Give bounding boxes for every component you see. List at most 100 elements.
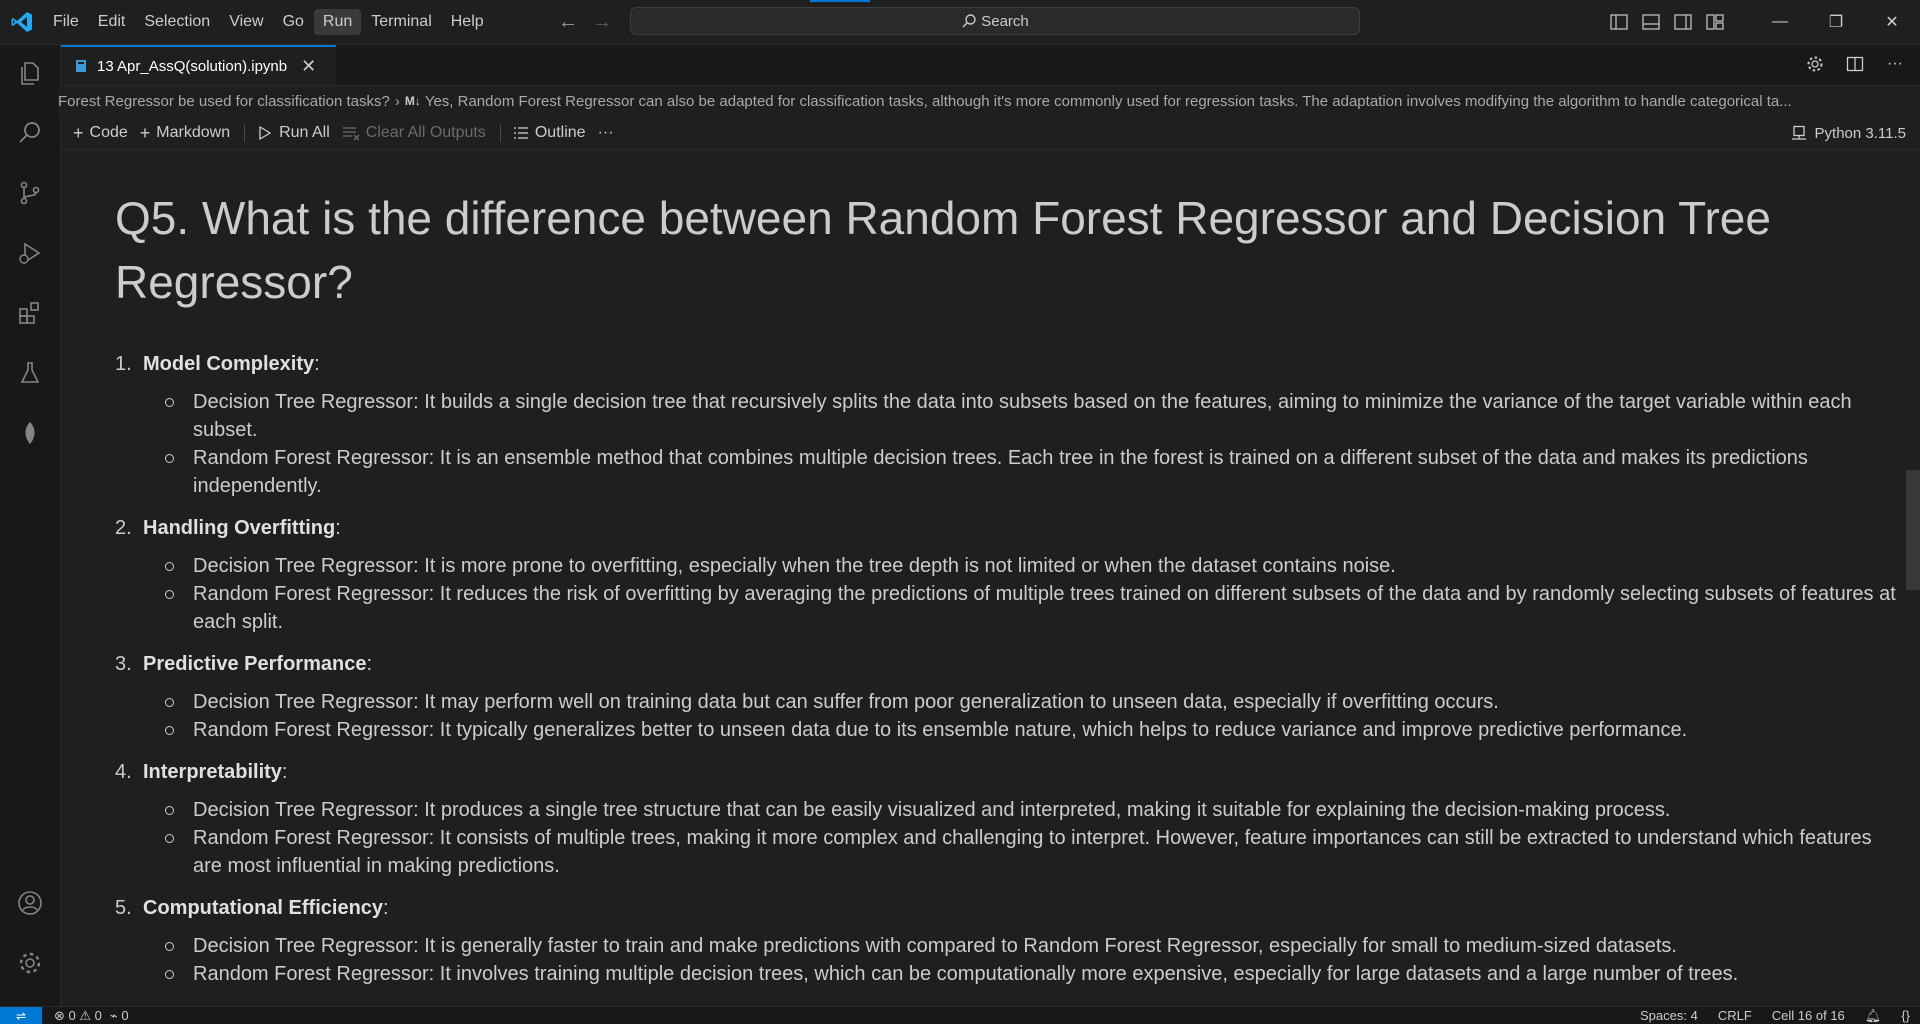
toggle-primary-sidebar-icon[interactable] — [1608, 11, 1630, 33]
indentation-status[interactable]: Spaces: 4 — [1640, 1008, 1698, 1023]
list-item: 3. Predictive Performance: Decision Tree … — [115, 650, 1905, 744]
list-number: 4. — [115, 761, 132, 783]
add-code-button[interactable]: + Code — [73, 123, 128, 144]
remote-indicator-icon[interactable]: ⇌ — [0, 1007, 42, 1024]
restore-icon[interactable]: ❐ — [1808, 0, 1864, 44]
list-item: 4. Interpretability: Decision Tree Regres… — [115, 758, 1905, 880]
status-bar: ⇌ ⊗ 0 ⚠ 0 ⌁ 0 Spaces: 4 CRLF Cell 16 of … — [0, 1006, 1920, 1024]
clear-all-outputs-button[interactable]: Clear All Outputs — [342, 124, 486, 142]
activity-bar — [0, 45, 61, 1006]
notebook-toolbar: + Code + Markdown Run All Clear All Outp… — [61, 117, 1920, 150]
more-actions-icon[interactable]: ··· — [1884, 53, 1906, 75]
ellipsis-icon: ··· — [597, 124, 614, 141]
eol-status[interactable]: CRLF — [1718, 1008, 1752, 1023]
minimize-icon[interactable]: — — [1752, 0, 1808, 44]
cell-position-status[interactable]: Cell 16 of 16 — [1772, 1008, 1845, 1023]
menu-help[interactable]: Help — [442, 9, 493, 35]
title-bar: File Edit Selection View Go Run Terminal… — [0, 0, 1920, 45]
antenna-icon: ⌁ — [109, 1007, 118, 1023]
breadcrumb-item-answer[interactable]: Yes, Random Forest Regressor can also be… — [425, 93, 1792, 110]
manage-gear-icon[interactable] — [12, 945, 48, 981]
search-icon — [962, 14, 976, 28]
braces-icon[interactable]: {} — [1901, 1008, 1910, 1023]
list-item: 2. Handling Overfitting: Decision Tree Re… — [115, 514, 1905, 636]
menu-bar: File Edit Selection View Go Run Terminal… — [44, 0, 494, 44]
notebook-file-icon — [76, 60, 86, 72]
bullet-item: Decision Tree Regressor: It is generally… — [165, 932, 1905, 960]
add-markdown-label: Markdown — [156, 124, 231, 141]
bullet-item: Random Forest Regressor: It involves tra… — [165, 960, 1905, 988]
vertical-scrollbar[interactable] — [1906, 150, 1920, 1006]
menu-terminal[interactable]: Terminal — [362, 9, 440, 35]
search-label: Search — [981, 12, 1029, 30]
explorer-icon[interactable] — [12, 55, 48, 91]
testing-flask-icon[interactable] — [12, 355, 48, 391]
breadcrumb-chevron-icon: › — [394, 92, 400, 110]
run-all-icon — [259, 125, 272, 141]
kernel-picker[interactable]: Python 3.11.5 — [1791, 117, 1906, 149]
menu-edit[interactable]: Edit — [89, 9, 135, 35]
section-heading: Predictive Performance — [143, 653, 367, 675]
leaf-extension-icon[interactable] — [12, 415, 48, 451]
bullet-item: Random Forest Regressor: It reduces the … — [165, 580, 1905, 636]
menu-view[interactable]: View — [220, 9, 272, 35]
search-view-icon[interactable] — [12, 115, 48, 151]
toolbar-divider — [244, 124, 246, 142]
menu-selection[interactable]: Selection — [135, 9, 219, 35]
error-icon: ⊗ — [54, 1007, 65, 1023]
plus-icon: + — [73, 122, 84, 143]
section-heading: Model Complexity — [143, 353, 315, 375]
outline-button[interactable]: Outline — [513, 124, 586, 142]
list-item: 5. Computational Efficiency: Decision Tre… — [115, 894, 1905, 988]
error-count: 0 — [68, 1007, 76, 1023]
menu-run[interactable]: Run — [313, 9, 362, 35]
extensions-icon[interactable] — [12, 295, 48, 331]
run-all-button[interactable]: Run All — [257, 124, 330, 142]
close-window-icon[interactable]: ✕ — [1864, 0, 1920, 44]
bullet-item: Random Forest Regressor: It consists of … — [165, 824, 1905, 880]
ports-count: 0 — [121, 1007, 129, 1023]
notifications-bell-icon[interactable]: 🔔︎ — [1865, 1008, 1882, 1024]
warning-count: 0 — [94, 1007, 102, 1023]
ports-status[interactable]: ⌁ 0 — [110, 1008, 129, 1024]
accounts-icon[interactable] — [12, 885, 48, 921]
back-arrow-icon[interactable]: ← — [556, 10, 580, 34]
cell-heading: Q5. What is the difference between Rando… — [115, 192, 1771, 308]
vscode-logo-icon — [11, 12, 32, 32]
split-editor-icon[interactable] — [1844, 53, 1866, 75]
scrollbar-thumb[interactable] — [1906, 470, 1920, 590]
notebook-settings-gear-icon[interactable] — [1804, 53, 1826, 75]
markdown-badge-icon: M↓ — [404, 94, 421, 108]
section-heading: Handling Overfitting — [143, 517, 336, 539]
forward-arrow-icon[interactable]: → — [590, 10, 614, 34]
toggle-secondary-sidebar-icon[interactable] — [1672, 11, 1694, 33]
menu-go[interactable]: Go — [274, 9, 313, 35]
tab-close-icon[interactable]: ✕ — [301, 56, 316, 77]
clear-outputs-icon — [342, 127, 360, 141]
plus-icon: + — [139, 122, 151, 143]
customize-layout-icon[interactable] — [1704, 11, 1726, 33]
list-item: 1. Model Complexity: Decision Tree Regres… — [115, 350, 1905, 500]
clear-outputs-label: Clear All Outputs — [365, 124, 486, 141]
toggle-panel-icon[interactable] — [1640, 11, 1662, 33]
bullet-item: Decision Tree Regressor: It builds a sin… — [165, 388, 1905, 444]
bullet-item: Decision Tree Regressor: It may perform … — [165, 688, 1905, 716]
section-heading: Interpretability — [143, 761, 282, 783]
breadcrumb-item-question[interactable]: Forest Regressor be used for classificat… — [58, 93, 390, 110]
toolbar-divider — [499, 124, 501, 142]
menu-file[interactable]: File — [44, 9, 88, 35]
bullet-item: Random Forest Regressor: It is an ensemb… — [165, 444, 1905, 500]
command-center-search[interactable]: Search — [630, 7, 1360, 35]
toolbar-more-button[interactable]: ··· — [598, 124, 614, 142]
outline-list-icon — [513, 127, 528, 139]
list-number: 3. — [115, 653, 132, 675]
markdown-cell[interactable]: Q5. What is the difference between Rando… — [61, 150, 1906, 1006]
breadcrumb: Forest Regressor be used for classificat… — [58, 86, 1920, 116]
problems-status[interactable]: ⊗ 0 ⚠ 0 — [54, 1008, 102, 1024]
tab-notebook[interactable]: 13 Apr_AssQ(solution).ipynb ✕ — [61, 45, 336, 85]
run-debug-icon[interactable] — [12, 235, 48, 271]
add-markdown-button[interactable]: + Markdown — [140, 123, 230, 144]
tab-title: 13 Apr_AssQ(solution).ipynb — [97, 57, 288, 75]
list-number: 2. — [115, 517, 132, 539]
source-control-icon[interactable] — [12, 175, 48, 211]
